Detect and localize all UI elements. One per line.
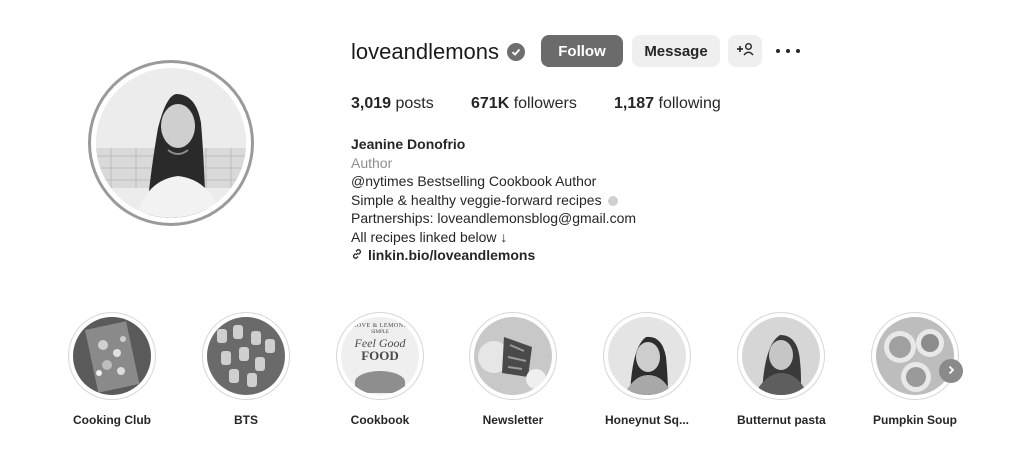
profile-link[interactable]: linkin.bio/loveandlemons [351, 246, 636, 265]
bio-line: Partnerships: loveandlemonsblog@gmail.co… [351, 210, 637, 226]
full-name: Jeanine Donofrio [351, 136, 466, 152]
profile-bio: Jeanine Donofrio Author @nytimes Bestsel… [351, 135, 636, 265]
highlight-ring [737, 312, 825, 400]
highlight-thumbnail: LOVE & LEMONS SIMPLE Feel Good FOOD [341, 317, 419, 395]
followers-label: followers [513, 95, 577, 112]
highlight-cookbook[interactable]: LOVE & LEMONS SIMPLE Feel Good FOOD Cook… [336, 312, 424, 427]
highlight-label: Cookbook [350, 413, 410, 427]
highlight-thumbnail [207, 317, 285, 395]
highlight-thumbnail [474, 317, 552, 395]
highlight-label: Pumpkin Soup [873, 413, 957, 427]
posts-count: 3,019 [351, 95, 392, 112]
highlights-next-button[interactable] [939, 359, 963, 383]
message-button[interactable]: Message [632, 35, 720, 67]
cookbook-cover-text: LOVE & LEMONS [352, 323, 408, 329]
emoji-icon [607, 195, 618, 206]
highlight-label: Honeynut Sq... [605, 413, 689, 427]
bio-line-with-emoji: Simple & healthy veggie-forward recipes [351, 191, 636, 210]
link-text: linkin.bio/loveandlemons [368, 247, 536, 263]
highlight-ring [603, 312, 691, 400]
highlight-label: Newsletter [482, 413, 544, 427]
more-options-icon[interactable] [776, 41, 800, 61]
add-user-button[interactable] [728, 35, 762, 67]
posts-stat[interactable]: 3,019 posts [351, 95, 471, 113]
following-label: following [658, 95, 721, 112]
highlight-butternut-pasta[interactable]: Butternut pasta [737, 312, 826, 427]
highlight-ring [871, 312, 959, 400]
username: loveandlemons [351, 39, 499, 64]
highlight-newsletter[interactable]: Newsletter [469, 312, 557, 427]
highlight-thumbnail [608, 317, 686, 395]
followers-count: 671K [471, 95, 510, 112]
highlight-ring: LOVE & LEMONS SIMPLE Feel Good FOOD [336, 312, 424, 400]
link-icon [351, 246, 363, 265]
highlight-thumbnail [876, 317, 954, 395]
highlight-ring [469, 312, 557, 400]
followers-stat[interactable]: 671K followers [471, 95, 614, 113]
chevron-right-icon [946, 362, 956, 380]
posts-label: posts [395, 95, 434, 112]
profile-stats: 3,019 posts 671K followers 1,187 followi… [351, 95, 721, 113]
cookbook-cover-text: FOOD [361, 348, 399, 363]
following-stat[interactable]: 1,187 following [614, 95, 721, 113]
highlight-label: Cooking Club [73, 413, 151, 427]
bio-line: All recipes linked below ↓ [351, 228, 508, 245]
verified-badge-icon [506, 43, 525, 61]
highlight-honeynut[interactable]: Honeynut Sq... [603, 312, 691, 427]
profile-avatar[interactable] [88, 60, 254, 226]
follow-button[interactable]: Follow [541, 35, 623, 67]
highlight-label: BTS [234, 413, 258, 427]
highlight-cooking-club[interactable]: Cooking Club [68, 312, 156, 427]
add-user-icon [736, 42, 754, 60]
highlight-bts[interactable]: BTS [202, 312, 290, 427]
cookbook-cover-text: SIMPLE [371, 330, 389, 335]
highlight-ring [68, 312, 156, 400]
highlight-thumbnail [742, 317, 820, 395]
avatar-photo [96, 68, 246, 218]
bio-line: Simple & healthy veggie-forward recipes [351, 191, 602, 208]
highlight-thumbnail [73, 317, 151, 395]
profile-username-row: loveandlemons [351, 38, 525, 66]
highlight-ring [202, 312, 290, 400]
category-label: Author [351, 154, 393, 171]
following-count: 1,187 [614, 95, 655, 112]
bio-line: @nytimes Bestselling Cookbook Author [351, 173, 597, 189]
highlight-label: Butternut pasta [737, 413, 826, 427]
